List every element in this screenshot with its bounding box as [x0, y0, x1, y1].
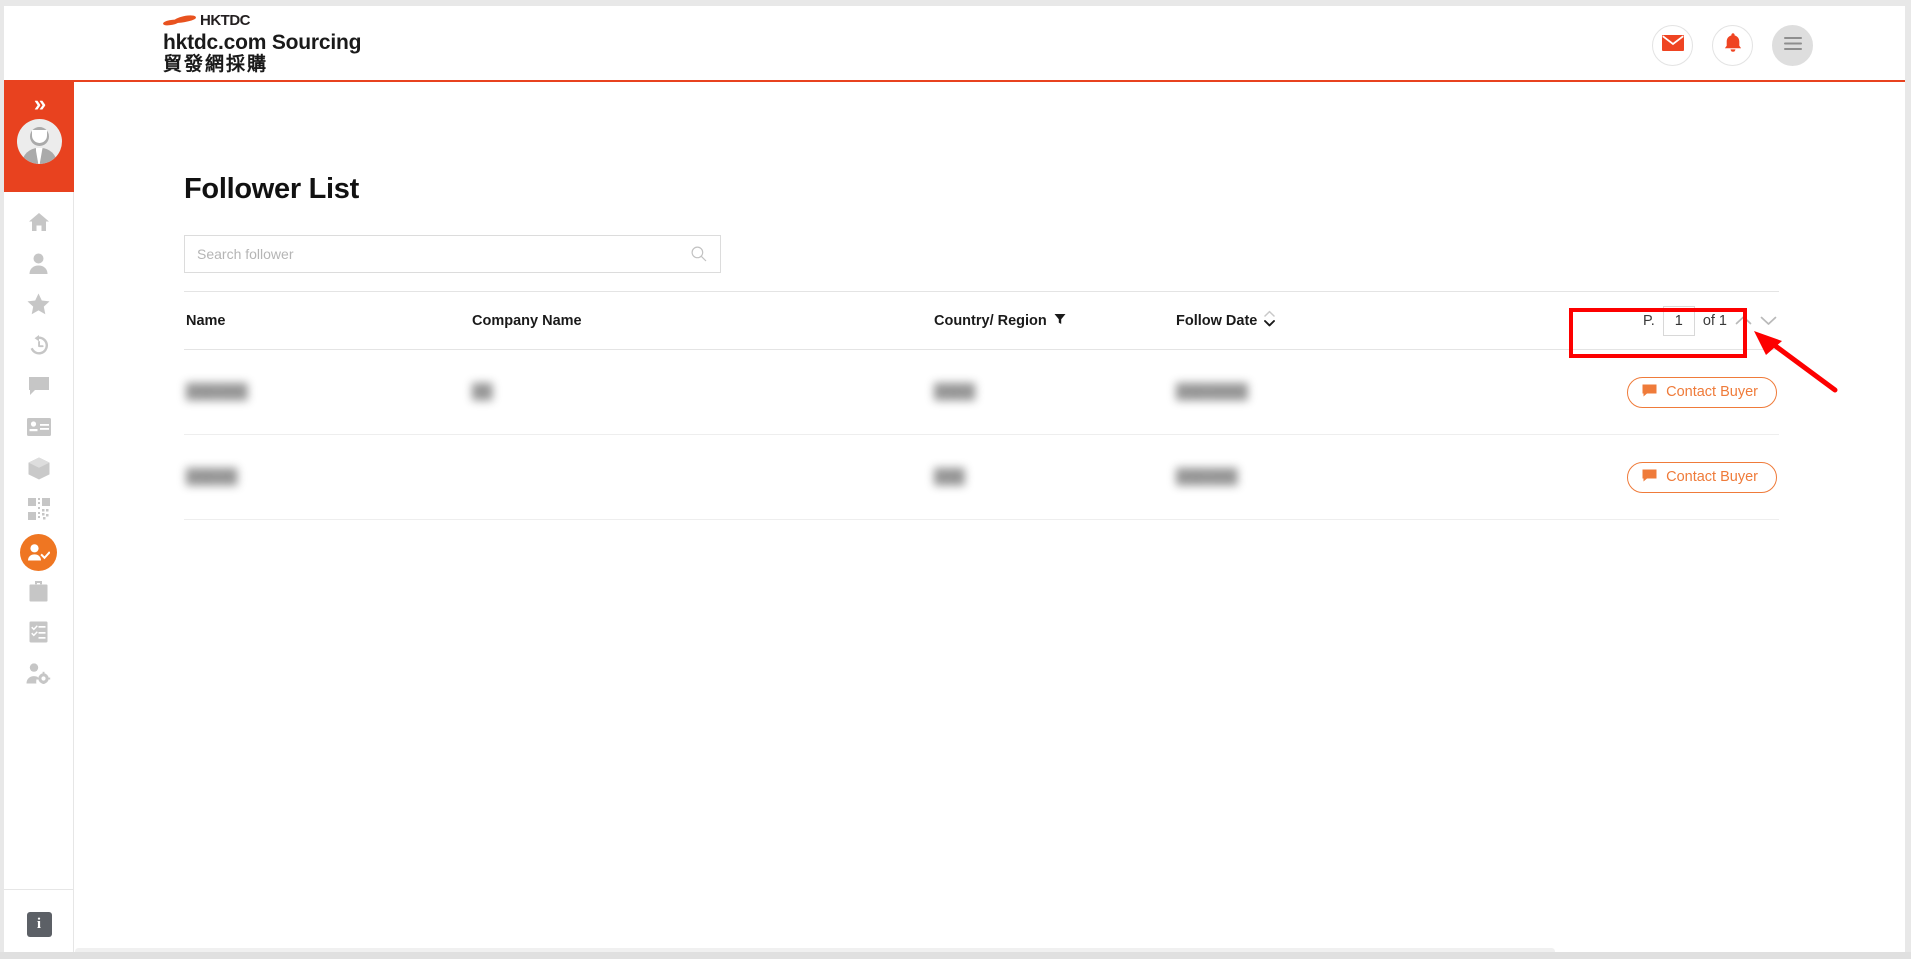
home-icon — [28, 212, 50, 237]
table-header: Name Company Name Country/ Region Follow… — [184, 291, 1779, 350]
notifications-button[interactable] — [1712, 25, 1753, 66]
bell-icon — [1723, 32, 1743, 59]
clipboard-icon — [29, 621, 48, 648]
column-label-follow-date: Follow Date — [1176, 312, 1258, 329]
cell-follow-date: ██████ — [1176, 469, 1238, 485]
sidebar: » i — [4, 82, 74, 959]
search-icon[interactable] — [691, 246, 720, 262]
contact-buyer-label: Contact Buyer — [1666, 469, 1758, 485]
box-icon — [28, 457, 50, 485]
pagination: P. of 1 — [1642, 305, 1777, 336]
chat-icon — [28, 376, 50, 401]
filter-icon[interactable] — [1054, 313, 1066, 329]
sidebar-item-follower-list[interactable] — [4, 532, 73, 573]
pagination-total: of 1 — [1702, 312, 1727, 329]
cell-company: ██ — [472, 384, 493, 400]
column-header-name[interactable]: Name — [186, 313, 226, 329]
hktdc-wordmark: HKTDC — [200, 12, 251, 29]
cell-name: ██████ — [186, 384, 248, 400]
sidebar-item-orders[interactable] — [4, 573, 73, 614]
sidebar-item-account-settings[interactable] — [4, 655, 73, 696]
main-content: Follower List Name Company Name — [75, 82, 1905, 959]
double-chevron-right-icon: » — [33, 91, 46, 116]
bag-icon — [29, 580, 48, 607]
sidebar-item-qr-code[interactable] — [4, 491, 73, 532]
contact-buyer-button[interactable]: Contact Buyer — [1627, 461, 1777, 493]
column-header-company[interactable]: Company Name — [472, 313, 582, 329]
account-settings-icon — [26, 662, 51, 689]
app-window: HKTDC hktdc.com Sourcing 貿發網採購 » i Follo… — [0, 0, 1911, 959]
star-icon — [27, 293, 50, 320]
table-row[interactable]: █████ ███ ██████ Contact Buyer — [184, 435, 1779, 520]
column-label-country: Country/ Region — [934, 312, 1047, 329]
search-box — [184, 235, 721, 273]
column-label-name: Name — [186, 312, 226, 329]
sidebar-item-history[interactable] — [4, 327, 73, 368]
app-header: HKTDC hktdc.com Sourcing 貿發網採購 — [4, 6, 1905, 82]
contact-buyer-button[interactable]: Contact Buyer — [1627, 376, 1777, 408]
sidebar-item-profile[interactable] — [4, 245, 73, 286]
sidebar-item-favourites[interactable] — [4, 286, 73, 327]
follower-table: Name Company Name Country/ Region Follow… — [184, 291, 1779, 520]
brand-subtitle: 貿發網採購 — [163, 53, 269, 75]
id-card-icon — [26, 418, 51, 441]
follower-icon — [20, 534, 57, 571]
avatar[interactable] — [16, 119, 62, 164]
cell-name: █████ — [186, 469, 238, 485]
hktdc-swoosh-icon — [162, 13, 197, 27]
contact-buyer-label: Contact Buyer — [1666, 384, 1758, 400]
column-header-follow-date[interactable]: Follow Date — [1176, 310, 1276, 331]
page-title: Follower List — [184, 173, 359, 205]
qr-code-icon — [27, 498, 50, 525]
column-label-company: Company Name — [472, 312, 582, 329]
mail-button[interactable] — [1652, 25, 1693, 66]
header-actions — [1652, 25, 1813, 66]
sidebar-item-home[interactable] — [4, 204, 73, 245]
table-row[interactable]: ██████ ██ ████ ███████ Contact Buyer — [184, 350, 1779, 435]
history-icon — [28, 334, 50, 361]
pagination-next-button[interactable] — [1760, 315, 1777, 326]
pagination-prev-button[interactable] — [1735, 315, 1752, 326]
column-header-country[interactable]: Country/ Region — [934, 313, 1066, 329]
sidebar-nav — [4, 192, 73, 696]
sidebar-item-tasks[interactable] — [4, 614, 73, 655]
sort-icon[interactable] — [1264, 310, 1276, 331]
chat-bubble-icon — [1642, 469, 1657, 486]
sidebar-item-products[interactable] — [4, 450, 73, 491]
mail-icon — [1661, 35, 1684, 56]
info-icon[interactable]: i — [26, 912, 52, 937]
cell-country: ███ — [934, 469, 965, 485]
sidebar-footer: i — [4, 889, 74, 959]
hktdc-logo-mark: HKTDC — [162, 12, 361, 29]
hamburger-menu-icon — [1783, 36, 1802, 55]
brand-title: hktdc.com Sourcing — [163, 31, 362, 54]
sidebar-item-messages[interactable] — [4, 368, 73, 409]
cell-follow-date: ███████ — [1176, 384, 1248, 400]
pagination-page-input[interactable] — [1662, 305, 1695, 336]
search-input[interactable] — [185, 236, 691, 272]
person-icon — [29, 253, 48, 279]
cell-country: ████ — [934, 384, 976, 400]
brand-logo[interactable]: HKTDC hktdc.com Sourcing 貿發網採購 — [162, 12, 362, 75]
chat-bubble-icon — [1642, 384, 1657, 401]
sidebar-expand-toggle[interactable]: » — [4, 82, 74, 192]
window-frame-bottom — [0, 952, 1911, 959]
window-frame-right — [1905, 0, 1911, 959]
avatar-head — [29, 127, 49, 146]
sidebar-item-company-card[interactable] — [4, 409, 73, 450]
pagination-prefix: P. — [1642, 312, 1655, 329]
menu-button[interactable] — [1772, 25, 1813, 66]
